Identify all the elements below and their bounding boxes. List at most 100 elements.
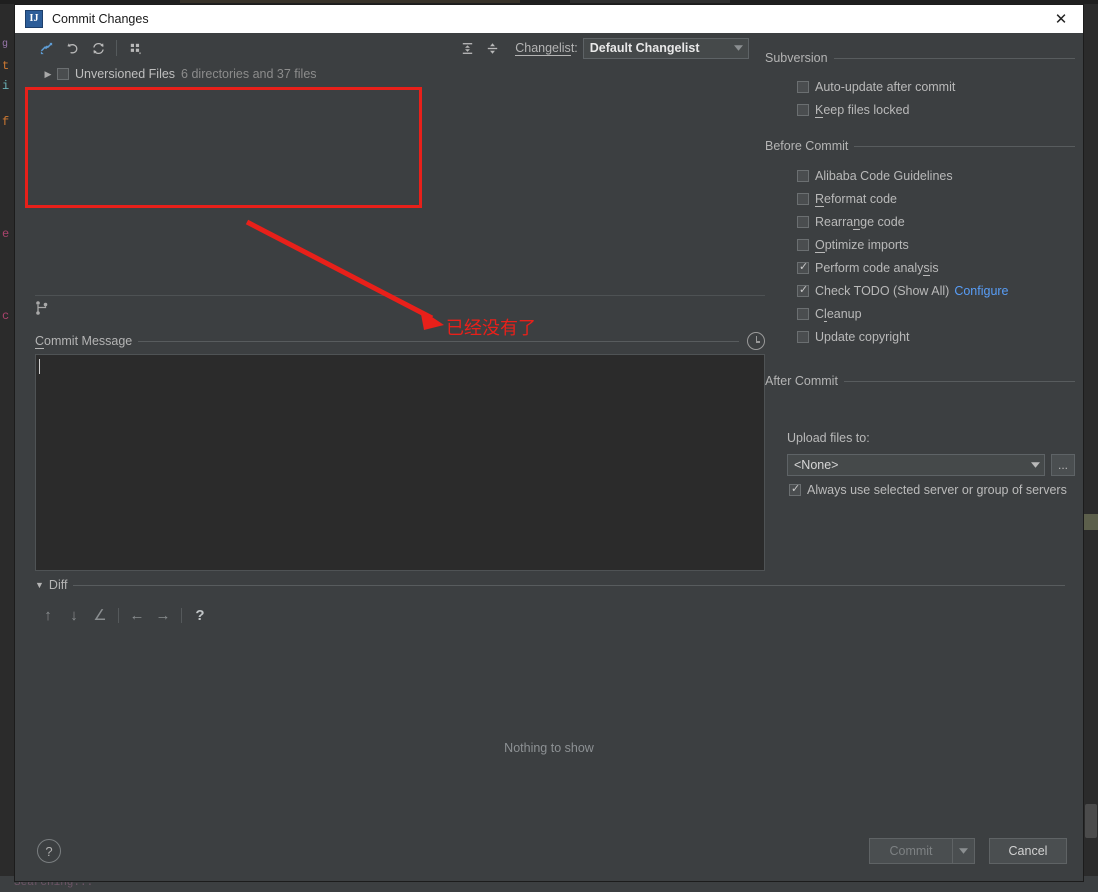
group-by-glyph [130,43,141,54]
diff-toolbar-separator [118,607,119,623]
update-copyright-checkbox[interactable] [797,330,809,343]
subversion-section-title: Subversion [765,51,828,65]
diff-help-icon[interactable]: ? [187,603,213,627]
refresh-icon[interactable] [85,36,111,60]
diff-section-title: Diff [48,578,68,592]
option-cleanup[interactable]: Cleanup [765,302,1075,325]
option-optimize-imports[interactable]: Optimize imports [765,233,1075,256]
option-update-copyright[interactable]: Update copyright [765,325,1075,348]
commit-message-header: Commit Message [35,332,765,350]
show-diff-glyph [40,42,52,54]
branch-icon [35,300,49,319]
expand-triangle-icon[interactable]: ▶ [41,69,55,80]
reformat-code-label: Reformat code [815,191,897,207]
expand-all-glyph [462,42,473,54]
chevron-down-glyph [734,45,744,51]
always-use-selected-server-checkbox[interactable] [789,482,801,496]
chevron-down-glyph [959,848,968,854]
before-commit-divider [854,145,1075,147]
dialog-title: Commit Changes [52,12,149,26]
always-use-selected-server-label: Always use selected server or group of s… [807,483,1067,497]
collapse-triangle-icon[interactable]: ▼ [35,580,44,590]
help-button[interactable]: ? [37,839,61,863]
changelist-label-text: Changelis [515,41,571,56]
previous-difference-icon[interactable]: ↑ [35,603,61,627]
rollback-icon[interactable] [59,36,85,60]
background-marker [1084,514,1098,530]
rearrange-code-checkbox[interactable] [797,215,809,228]
next-difference-icon[interactable]: ↓ [61,603,87,627]
keep-files-locked-label: Keep files locked [815,102,910,118]
chevron-down-icon [730,45,748,51]
toolbar-separator [116,40,117,56]
dialog-buttons: Commit Cancel [869,838,1067,864]
before-commit-section-title: Before Commit [765,139,849,153]
background-tab-strip-2 [570,0,730,3]
chevron-down-glyph [1030,462,1040,468]
diff-empty-message: Nothing to show [504,741,594,755]
update-copyright-label: Update copyright [815,329,910,344]
commit-message-divider [138,340,739,342]
tree-row-unversioned-files[interactable]: ▶ Unversioned Files 6 directories and 37… [35,65,765,83]
commit-button[interactable]: Commit [869,838,953,864]
check-todo-checkbox[interactable] [797,283,809,297]
cleanup-checkbox[interactable] [797,307,809,320]
perform-code-analysis-label: Perform code analysis [815,260,939,276]
option-always-use-selected-server[interactable]: Always use selected server or group of s… [787,482,1067,497]
option-perform-code-analysis[interactable]: Perform code analysis [765,256,1075,279]
show-diff-icon[interactable] [33,36,59,60]
browse-servers-button[interactable]: ... [1051,454,1075,476]
option-reformat-code[interactable]: Reformat code [765,187,1075,210]
commit-options-dropdown[interactable] [953,838,975,864]
changelist-label: Changelist: [515,41,578,56]
branch-glyph [36,300,48,315]
alibaba-code-guidelines-checkbox[interactable] [797,169,809,182]
optimize-imports-checkbox[interactable] [797,238,809,251]
after-commit-divider [843,380,1075,382]
diff-section-header[interactable]: ▼ Diff [35,577,1065,593]
check-todo-label: Check TODO (Show All) [815,283,950,298]
cleanup-label: Cleanup [815,306,862,322]
perform-code-analysis-checkbox[interactable] [797,260,809,274]
close-icon[interactable]: ✕ [1039,6,1083,33]
unversioned-files-checkbox[interactable] [57,68,69,80]
after-commit-section-title: After Commit [765,374,838,388]
edit-source-icon[interactable]: ∠ [87,603,113,627]
subversion-options: Auto-update after commit Keep files lock… [765,75,1075,121]
background-scrollbar-thumb [1085,804,1097,838]
group-by-icon[interactable] [122,36,148,60]
after-commit-section-header: After Commit [765,373,1075,389]
auto-update-after-commit-label: Auto-update after commit [815,79,956,94]
cancel-button[interactable]: Cancel [989,838,1067,864]
keep-files-locked-checkbox[interactable] [797,103,809,116]
option-alibaba-code-guidelines[interactable]: Alibaba Code Guidelines [765,164,1075,187]
reformat-code-checkbox[interactable] [797,192,809,205]
changes-tree[interactable]: ▶ Unversioned Files 6 directories and 37… [35,65,765,296]
commit-message-input[interactable] [35,354,765,571]
upload-target-row: <None> ... [787,454,1075,476]
expand-all-icon[interactable] [455,36,480,60]
auto-update-after-commit-checkbox[interactable] [797,80,809,93]
diff-divider [73,584,1065,586]
option-auto-update-after-commit[interactable]: Auto-update after commit [765,75,1075,98]
upload-files-to-label: Upload files to: [787,431,870,445]
option-rearrange-code[interactable]: Rearrange code [765,210,1075,233]
unversioned-files-label: Unversioned Files [75,67,176,81]
configure-link[interactable]: Configure [954,284,1008,298]
changelist-info-strip [35,297,765,321]
alibaba-code-guidelines-label: Alibaba Code Guidelines [815,168,953,183]
option-keep-files-locked[interactable]: Keep files locked [765,98,1075,121]
option-check-todo[interactable]: Check TODO (Show All) Configure [765,279,1075,302]
rollback-glyph [66,42,77,53]
accept-right-icon[interactable]: → [150,603,176,627]
diff-toolbar-separator-2 [181,607,182,623]
commit-message-label-mnemonic: C [35,334,45,349]
upload-target-dropdown[interactable]: <None> [787,454,1045,476]
changelist-label-tail: t: [570,41,578,55]
collapse-all-icon[interactable] [480,36,505,60]
accept-left-icon[interactable]: ← [124,603,150,627]
subversion-section-header: Subversion [765,50,1075,66]
intellij-idea-logo-icon: IJ [25,10,43,28]
dialog-title-bar: IJ Commit Changes ✕ [15,5,1083,34]
changelist-dropdown[interactable]: Default Changelist [582,37,749,59]
